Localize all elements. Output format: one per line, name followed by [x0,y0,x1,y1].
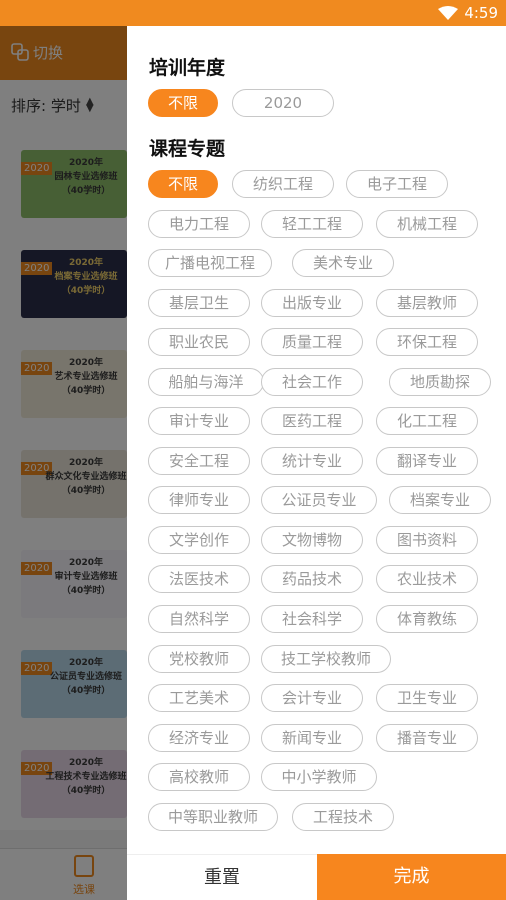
topic-option-chip[interactable]: 轻工工程 [261,210,363,238]
topic-section-title: 课程专题 [149,138,226,160]
topic-option-chip[interactable]: 环保工程 [376,328,478,356]
topic-option-chip[interactable]: 经济专业 [148,724,250,752]
reset-button[interactable]: 重置 [127,854,317,900]
topic-option-chip[interactable]: 职业农民 [148,328,250,356]
topic-option-chip[interactable]: 基层教师 [376,289,478,317]
topic-option-chip[interactable]: 党校教师 [148,645,250,673]
topic-option-chip[interactable]: 翻译专业 [376,447,478,475]
topic-option-chip[interactable]: 工艺美术 [148,684,250,712]
topic-option-chip[interactable]: 律师专业 [148,486,250,514]
topic-option-chip[interactable]: 电子工程 [346,170,448,198]
topic-option-chip[interactable]: 技工学校教师 [261,645,391,673]
topic-option-chip[interactable]: 会计专业 [261,684,363,712]
topic-option-chip[interactable]: 质量工程 [261,328,363,356]
topic-option-chip[interactable]: 药品技术 [261,565,363,593]
topic-option-chip[interactable]: 中等职业教师 [148,803,278,831]
topic-option-chip[interactable]: 自然科学 [148,605,250,633]
topic-option-chip[interactable]: 广播电视工程 [148,249,272,277]
topic-option-chip[interactable]: 体育教练 [376,605,478,633]
year-option-chip[interactable]: 2020 [232,89,334,117]
clock: 4:59 [464,4,498,22]
topic-option-chip[interactable]: 中小学教师 [261,763,377,791]
filter-drawer: 培训年度 课程专题 不限 2020 不限 纺织工程 电子工程 电力工程 轻工工程 机械工程 广播… [127,26,506,900]
topic-option-chip[interactable]: 农业技术 [376,565,478,593]
topic-option-chip[interactable]: 档案专业 [389,486,491,514]
dim-overlay[interactable] [0,26,127,900]
topic-option-chip[interactable]: 高校教师 [148,763,250,791]
topic-option-chip[interactable]: 机械工程 [376,210,478,238]
topic-option-chip[interactable]: 出版专业 [261,289,363,317]
topic-option-chip[interactable]: 电力工程 [148,210,250,238]
topic-option-chip[interactable]: 工程技术 [292,803,394,831]
topic-option-chip[interactable]: 统计专业 [261,447,363,475]
screen: 4:59 切换 排序: 学时 ▲▼ 20202020年 园林专业选修班 （40学… [0,0,506,900]
topic-option-chip[interactable]: 纺织工程 [232,170,334,198]
topic-option-chip[interactable]: 卫生专业 [376,684,478,712]
topic-option-chip[interactable]: 地质勘探 [389,368,491,396]
status-bar: 4:59 [0,0,506,26]
topic-option-chip[interactable]: 新闻专业 [261,724,363,752]
year-option-chip[interactable]: 不限 [148,89,218,117]
topic-option-chip[interactable]: 基层卫生 [148,289,250,317]
topic-option-chip[interactable]: 船舶与海洋 [148,368,264,396]
topic-option-chip[interactable]: 安全工程 [148,447,250,475]
done-button[interactable]: 完成 [317,854,506,900]
topic-option-chip[interactable]: 社会科学 [261,605,363,633]
topic-option-chip[interactable]: 播音专业 [376,724,478,752]
year-section-title: 培训年度 [149,57,226,79]
topic-option-chip[interactable]: 图书资料 [376,526,478,554]
topic-option-chip[interactable]: 公证员专业 [261,486,377,514]
wifi-icon [438,6,458,20]
topic-option-chip[interactable]: 文物博物 [261,526,363,554]
topic-option-chip[interactable]: 化工工程 [376,407,478,435]
topic-option-chip[interactable]: 文学创作 [148,526,250,554]
topic-option-chip[interactable]: 医药工程 [261,407,363,435]
topic-option-chip[interactable]: 法医技术 [148,565,250,593]
topic-option-chip[interactable]: 审计专业 [148,407,250,435]
topic-option-chip[interactable]: 不限 [148,170,218,198]
topic-option-chip[interactable]: 美术专业 [292,249,394,277]
topic-option-chip[interactable]: 社会工作 [261,368,363,396]
